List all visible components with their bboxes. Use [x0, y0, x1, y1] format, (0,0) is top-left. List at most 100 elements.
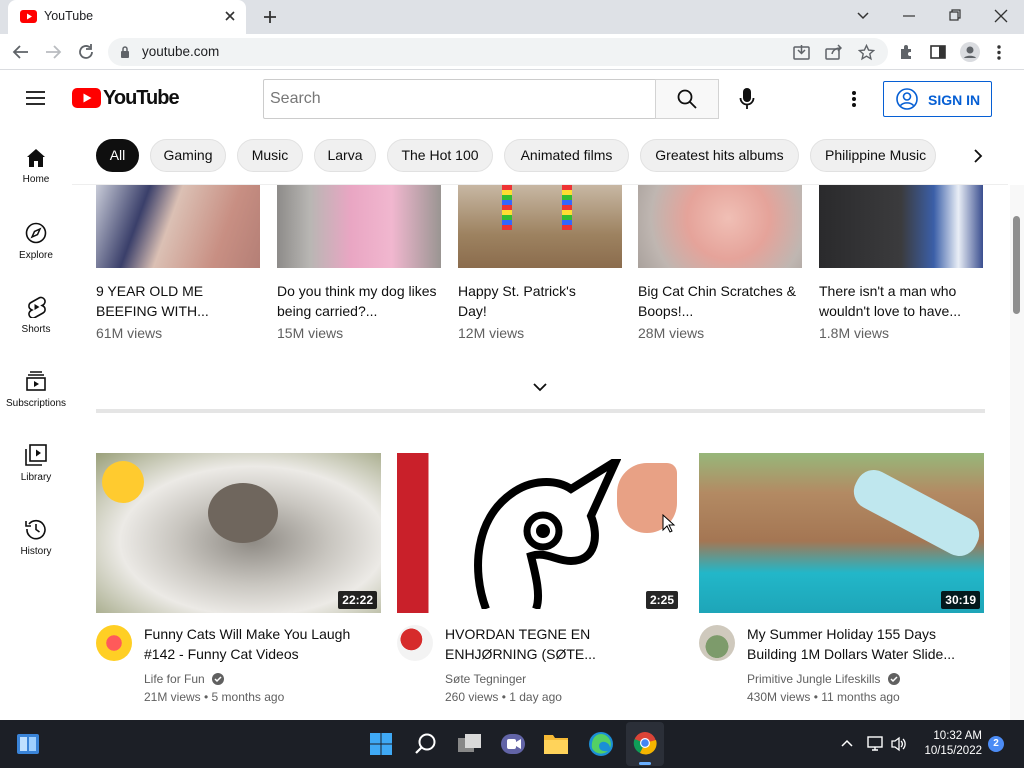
short-views: 61M views [96, 325, 163, 341]
chrome-icon [633, 732, 657, 755]
windows-start-icon[interactable] [369, 732, 393, 756]
video-title[interactable]: Funny Cats Will Make You Laugh #142 - Fu… [144, 624, 374, 664]
cat-image [208, 483, 278, 543]
chip-larva[interactable]: Larva [314, 139, 376, 172]
video-thumbnail[interactable]: 30:19 [699, 453, 984, 613]
sidebar-item-explore[interactable]: Explore [0, 222, 72, 261]
share-icon[interactable] [825, 44, 842, 61]
sidebar-item-shorts[interactable]: Shorts [0, 296, 72, 335]
edge-browser-icon[interactable] [588, 731, 614, 757]
short-views: 12M views [458, 325, 525, 341]
search-box[interactable] [263, 79, 656, 119]
chevron-right-icon[interactable] [973, 148, 983, 164]
chip-the-hot-100[interactable]: The Hot 100 [387, 139, 493, 172]
sidebar-item-label: Library [20, 472, 52, 483]
close-tab-icon[interactable] [224, 10, 236, 22]
chip-gaming[interactable]: Gaming [150, 139, 226, 172]
sidebar-item-home[interactable]: Home [0, 148, 72, 185]
chip-music[interactable]: Music [237, 139, 303, 172]
expand-chevron-down-icon[interactable] [532, 382, 548, 392]
teams-chat-icon[interactable] [500, 731, 526, 757]
chip-animated-films[interactable]: Animated films [504, 139, 629, 172]
minimize-icon[interactable] [902, 8, 916, 24]
volume-icon[interactable] [890, 736, 908, 752]
task-view-icon[interactable] [457, 732, 483, 756]
profile-icon[interactable] [960, 42, 980, 62]
clock-time: 10:32 AM [933, 730, 982, 742]
channel-avatar[interactable] [96, 625, 132, 661]
notification-badge[interactable]: 2 [988, 736, 1004, 752]
short-title[interactable]: Big Cat Chin Scratches & Boops!... [638, 281, 808, 321]
settings-more-icon[interactable] [851, 90, 857, 108]
clock-date: 10/15/2022 [924, 745, 982, 757]
shorts-icon [28, 296, 46, 318]
video-thumbnail[interactable]: 22:22 [96, 453, 381, 613]
search-input[interactable] [270, 81, 630, 117]
new-tab-icon[interactable] [262, 9, 278, 25]
short-title[interactable]: Do you think my dog likes being carried?… [277, 281, 447, 321]
chip-scroll-fade [936, 130, 1006, 180]
short-views: 1.8M views [819, 325, 890, 341]
short-title[interactable]: Happy St. Patrick's Day! [458, 281, 598, 321]
short-thumbnail[interactable] [458, 185, 622, 268]
video-duration: 2:25 [645, 591, 678, 609]
short-thumbnail[interactable] [96, 185, 260, 268]
restore-icon[interactable] [948, 8, 962, 24]
forward-icon[interactable] [44, 43, 62, 61]
hamburger-menu-icon[interactable] [26, 90, 46, 106]
subscriptions-icon [26, 371, 46, 391]
video-meta: 430M views • 11 months ago [747, 690, 900, 704]
verified-badge-icon [887, 673, 900, 685]
chip-greatest-hits-albums[interactable]: Greatest hits albums [640, 139, 799, 172]
channel-name[interactable]: Primitive Jungle Lifeskills [747, 672, 900, 686]
short-title[interactable]: There isn't a man who wouldn't love to h… [819, 281, 989, 321]
back-icon[interactable] [12, 43, 30, 61]
short-title[interactable]: 9 YEAR OLD ME BEEFING WITH... [96, 281, 266, 321]
mouse-cursor-icon [662, 514, 676, 533]
short-views: 15M views [277, 325, 344, 341]
taskbar-clock[interactable]: 10:32 AM 10/15/2022 [916, 729, 982, 759]
address-bar[interactable]: youtube.com [108, 38, 888, 66]
extensions-icon[interactable] [898, 44, 915, 61]
bookmark-star-icon[interactable] [858, 44, 875, 61]
chrome-taskbar-button[interactable] [626, 722, 664, 766]
browser-menu-icon[interactable] [996, 44, 1002, 61]
sidebar-item-history[interactable]: History [0, 518, 72, 557]
section-divider [96, 409, 985, 413]
sign-in-button[interactable]: SIGN IN [883, 81, 992, 117]
video-title[interactable]: My Summer Holiday 155 Days Building 1M D… [747, 624, 977, 664]
reload-icon[interactable] [77, 43, 95, 61]
browser-tab[interactable]: YouTube [8, 0, 246, 34]
sidebar-item-label: Shorts [21, 324, 51, 335]
sidebar-item-label: Subscriptions [5, 398, 67, 409]
install-app-icon[interactable] [793, 44, 810, 61]
file-explorer-icon[interactable] [543, 732, 569, 756]
side-panel-icon[interactable] [930, 44, 946, 60]
chip-philippine-music[interactable]: Philippine Music [810, 139, 936, 172]
channel-name-text: Søte Tegninger [445, 672, 527, 686]
channel-avatar[interactable] [699, 625, 735, 661]
sidebar-item-subscriptions[interactable]: Subscriptions [0, 370, 72, 409]
short-thumbnail[interactable] [638, 185, 802, 268]
short-thumbnail[interactable] [819, 185, 983, 268]
short-thumbnail[interactable] [277, 185, 441, 268]
search-taskbar-icon[interactable] [414, 732, 438, 756]
lock-icon[interactable] [120, 46, 130, 58]
search-button[interactable] [655, 79, 719, 119]
widgets-icon[interactable] [16, 732, 40, 756]
microphone-icon[interactable] [739, 87, 755, 111]
video-title[interactable]: HVORDAN TEGNE EN ENHJØRNING (SØTE... [445, 624, 645, 664]
scrollbar-thumb[interactable] [1013, 216, 1020, 314]
sidebar-item-library[interactable]: Library [0, 444, 72, 483]
channel-avatar[interactable] [397, 625, 433, 661]
tab-search-chevron-icon[interactable] [856, 8, 870, 24]
channel-name[interactable]: Life for Fun [144, 672, 225, 686]
sidebar-item-label: Home [22, 174, 50, 185]
close-window-icon[interactable] [994, 8, 1008, 24]
network-icon[interactable] [866, 735, 884, 751]
video-thumbnail[interactable]: 2:25 [397, 453, 682, 613]
show-hidden-icons-chevron-icon[interactable] [840, 738, 854, 748]
chip-all[interactable]: All [96, 139, 139, 172]
channel-name[interactable]: Søte Tegninger [445, 672, 526, 686]
active-app-indicator [639, 762, 651, 765]
